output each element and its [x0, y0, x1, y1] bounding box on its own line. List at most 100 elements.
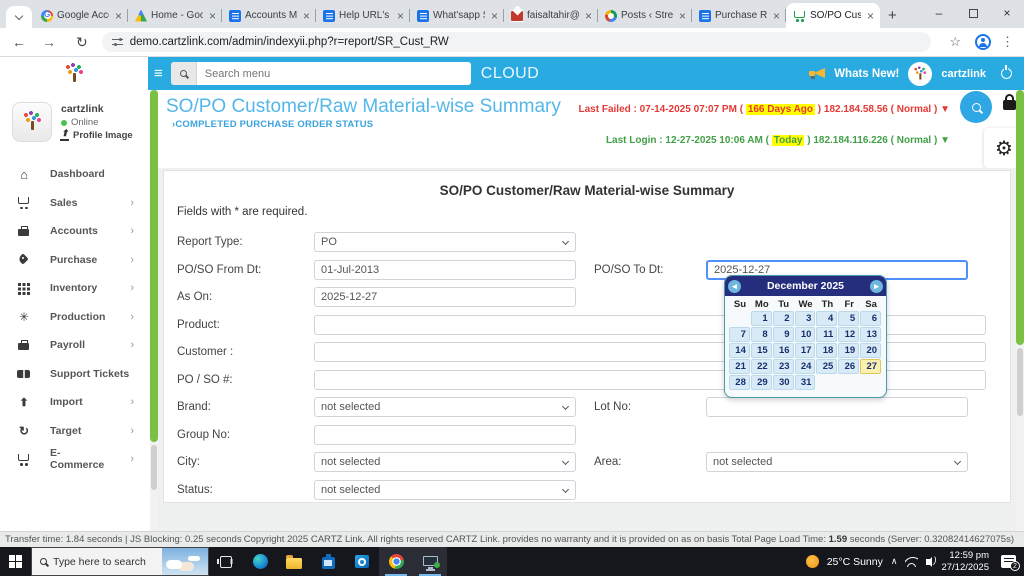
task-view-button[interactable]	[209, 547, 243, 576]
sidebar-item-import[interactable]: Import›	[0, 388, 150, 417]
calendar-day[interactable]: 8	[751, 327, 772, 342]
tab-close-icon[interactable]: ×	[489, 9, 500, 23]
browser-tab[interactable]: SO/PO Custom×	[786, 3, 880, 28]
calendar-day[interactable]: 19	[838, 343, 859, 358]
calendar-day[interactable]: 11	[816, 327, 837, 342]
browser-tab[interactable]: Help URL's for×	[316, 3, 410, 28]
tab-close-icon[interactable]: ×	[207, 9, 218, 23]
store-button[interactable]	[311, 547, 345, 576]
city-select[interactable]: not selected	[314, 452, 576, 472]
breadcrumb[interactable]: ›COMPLETED PURCHASE ORDER STATUS	[172, 119, 373, 130]
from-date-input[interactable]	[314, 260, 576, 280]
group-no-input[interactable]	[314, 425, 576, 445]
calendar-day[interactable]: 30	[773, 375, 794, 390]
tab-close-icon[interactable]: ×	[395, 9, 406, 23]
calendar-day[interactable]: 15	[751, 343, 772, 358]
file-explorer-button[interactable]	[277, 547, 311, 576]
calendar-day[interactable]: 16	[773, 343, 794, 358]
new-tab-button[interactable]: +	[880, 7, 907, 28]
hamburger-menu-icon[interactable]: ≡	[148, 65, 171, 82]
sidebar-item-payroll[interactable]: Payroll›	[0, 331, 150, 360]
calendar-day[interactable]: 18	[816, 343, 837, 358]
calendar-day[interactable]: 31	[795, 375, 816, 390]
calendar-day[interactable]: 3	[795, 311, 816, 326]
calendar-day[interactable]: 6	[860, 311, 881, 326]
tab-close-icon[interactable]: ×	[771, 9, 782, 23]
menu-search-input[interactable]	[197, 68, 471, 80]
tab-close-icon[interactable]: ×	[677, 9, 688, 23]
as-on-date-input[interactable]	[314, 287, 576, 307]
browser-tab[interactable]: Purchase Repo×	[692, 3, 786, 28]
calendar-day[interactable]: 28	[729, 375, 750, 390]
sidebar-item-support-tickets[interactable]: Support Tickets	[0, 360, 150, 389]
sidebar-item-inventory[interactable]: Inventory›	[0, 274, 150, 303]
calendar-day[interactable]: 9	[773, 327, 794, 342]
calendar-day[interactable]: 21	[729, 359, 750, 374]
tray-chevron-icon[interactable]: ∧	[891, 556, 898, 567]
back-button[interactable]: ←	[4, 34, 34, 50]
browser-tab[interactable]: Google Accou×	[34, 3, 128, 28]
calendar-day[interactable]: 17	[795, 343, 816, 358]
profile-image-link[interactable]: Profile Image	[61, 130, 133, 141]
reload-button[interactable]: ↻	[68, 34, 96, 51]
browser-menu-icon[interactable]: ⋮	[997, 34, 1024, 50]
tab-close-icon[interactable]: ×	[301, 9, 312, 23]
last-login-status[interactable]: Last Login : 12-27-2025 10:06 AM ( Today…	[606, 135, 950, 146]
windows-start-icon[interactable]	[9, 555, 22, 568]
calendar-day[interactable]: 1	[751, 311, 772, 326]
sidebar-item-dashboard[interactable]: Dashboard	[0, 160, 150, 189]
calendar-day[interactable]: 26	[838, 359, 859, 374]
user-avatar[interactable]	[908, 62, 932, 86]
wifi-icon[interactable]	[905, 557, 918, 567]
remote-desktop-button[interactable]	[413, 547, 447, 576]
chrome-profile-icon[interactable]	[975, 34, 991, 50]
area-select[interactable]: not selected	[706, 452, 968, 472]
sidebar-item-accounts[interactable]: Accounts›	[0, 217, 150, 246]
browser-tab[interactable]: Home - Googl×	[128, 3, 222, 28]
lot-no-input[interactable]	[706, 397, 968, 417]
account-name[interactable]: cartzlink	[941, 68, 986, 80]
sidebar-item-e-commerce[interactable]: E-Commerce›	[0, 445, 150, 474]
edge-button[interactable]	[243, 547, 277, 576]
sun-weather-icon[interactable]	[806, 555, 819, 568]
sidebar-item-production[interactable]: Production›	[0, 303, 150, 332]
taskbar-search[interactable]: Type here to search	[31, 547, 209, 576]
calendar-day[interactable]: 23	[773, 359, 794, 374]
calendar-day[interactable]: 4	[816, 311, 837, 326]
calendar-day[interactable]: 22	[751, 359, 772, 374]
browser-tab[interactable]: What'sapp Sal×	[410, 3, 504, 28]
lock-icon[interactable]	[1003, 100, 1016, 110]
calendar-selected-day[interactable]: 27	[860, 359, 881, 374]
tab-close-icon[interactable]: ×	[113, 9, 124, 23]
address-bar[interactable]: demo.cartzlink.com/admin/indexyii.php?r=…	[102, 32, 932, 52]
sidebar-item-purchase[interactable]: Purchase›	[0, 246, 150, 275]
chrome-button[interactable]	[379, 547, 413, 576]
maximize-button[interactable]	[956, 0, 990, 26]
calendar-day[interactable]: 12	[838, 327, 859, 342]
weather-text[interactable]: 25°C Sunny	[827, 556, 883, 568]
logout-power-icon[interactable]	[1001, 68, 1012, 79]
report-type-select[interactable]: PO	[314, 232, 576, 252]
calendar-day[interactable]: 5	[838, 311, 859, 326]
calendar-day[interactable]: 25	[816, 359, 837, 374]
calendar-day[interactable]: 20	[860, 343, 881, 358]
calendar-day[interactable]: 7	[729, 327, 750, 342]
browser-tab[interactable]: Accounts Mast×	[222, 3, 316, 28]
site-settings-icon[interactable]	[112, 38, 123, 47]
sidebar-item-target[interactable]: Target›	[0, 417, 150, 446]
global-search-button[interactable]	[960, 91, 992, 123]
calendar-day[interactable]: 2	[773, 311, 794, 326]
status-select[interactable]: not selected	[314, 480, 576, 500]
calendar-day[interactable]: 29	[751, 375, 772, 390]
outlook-button[interactable]	[345, 547, 379, 576]
bookmark-star-icon[interactable]: ☆	[941, 34, 969, 50]
close-button[interactable]: ×	[990, 0, 1024, 26]
tab-close-icon[interactable]: ×	[865, 9, 876, 23]
brand-logo[interactable]	[0, 57, 148, 90]
brand-select[interactable]: not selected	[314, 397, 576, 417]
whats-new-link[interactable]: Whats New!	[834, 68, 899, 80]
next-month-icon[interactable]: ▸	[870, 280, 883, 293]
tab-close-icon[interactable]: ×	[583, 9, 594, 23]
minimize-button[interactable]: –	[922, 0, 956, 26]
taskbar-clock[interactable]: 12:59 pm27/12/2025	[941, 550, 989, 574]
